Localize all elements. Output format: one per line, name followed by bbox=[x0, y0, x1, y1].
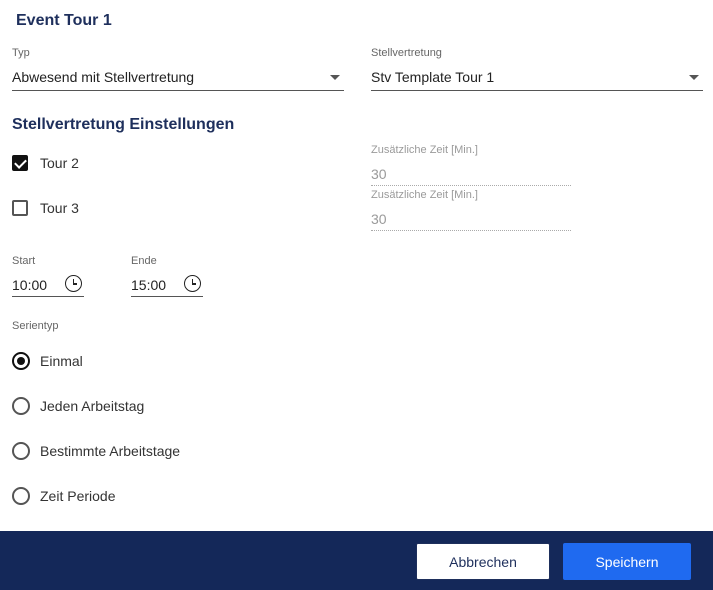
clock-icon[interactable] bbox=[65, 275, 82, 292]
ende-time-value: 15:00 bbox=[131, 277, 167, 293]
dropdown-arrow-icon bbox=[689, 75, 699, 80]
radio-unselected-icon[interactable] bbox=[12, 442, 30, 460]
typ-select[interactable]: Abwesend mit Stellvertretung bbox=[12, 65, 344, 91]
radio-selected-icon[interactable] bbox=[12, 352, 30, 370]
stellvertretung-value: Stv Template Tour 1 bbox=[371, 69, 495, 85]
radio-unselected-icon[interactable] bbox=[12, 487, 30, 505]
cancel-button[interactable]: Abbrechen bbox=[416, 543, 550, 580]
tour-3-label: Tour 3 bbox=[40, 200, 79, 216]
typ-value: Abwesend mit Stellvertretung bbox=[12, 69, 195, 85]
tour-3-checkbox-row[interactable]: Tour 3 bbox=[12, 198, 79, 218]
ende-label: Ende bbox=[131, 255, 157, 267]
stellvertretung-select[interactable]: Stv Template Tour 1 bbox=[371, 65, 703, 91]
dialog-footer: Abbrechen Speichern bbox=[0, 531, 713, 590]
radio-jeden-arbeitstag-label: Jeden Arbeitstag bbox=[40, 398, 145, 414]
start-time-value: 10:00 bbox=[12, 277, 48, 293]
radio-zeit-periode-label: Zeit Periode bbox=[40, 488, 116, 504]
start-time-input[interactable]: 10:00 bbox=[12, 273, 84, 297]
radio-jeden-arbeitstag[interactable]: Jeden Arbeitstag bbox=[12, 396, 144, 416]
settings-section-title: Stellvertretung Einstellungen bbox=[12, 116, 235, 133]
tour-3-extra-time-input: 30 bbox=[371, 207, 571, 231]
start-label: Start bbox=[12, 255, 36, 267]
tour-2-checkbox-row[interactable]: Tour 2 bbox=[12, 153, 79, 173]
radio-einmal[interactable]: Einmal bbox=[12, 351, 83, 371]
typ-label: Typ bbox=[12, 47, 30, 59]
ende-time-input[interactable]: 15:00 bbox=[131, 273, 203, 297]
radio-bestimmte-arbeitstage-label: Bestimmte Arbeitstage bbox=[40, 443, 181, 459]
clock-icon[interactable] bbox=[184, 275, 201, 292]
save-button[interactable]: Speichern bbox=[563, 543, 691, 580]
radio-zeit-periode[interactable]: Zeit Periode bbox=[12, 486, 115, 506]
tour-3-extra-time-label: Zusätzliche Zeit [Min.] bbox=[371, 189, 478, 201]
dropdown-arrow-icon bbox=[330, 75, 340, 80]
radio-einmal-label: Einmal bbox=[40, 353, 83, 369]
checkbox-checked-icon[interactable] bbox=[12, 155, 28, 171]
radio-bestimmte-arbeitstage[interactable]: Bestimmte Arbeitstage bbox=[12, 441, 180, 461]
tour-2-extra-time-label: Zusätzliche Zeit [Min.] bbox=[371, 144, 478, 156]
tour-2-extra-time-input: 30 bbox=[371, 162, 571, 186]
dialog-title: Event Tour 1 bbox=[16, 12, 112, 29]
serientyp-label: Serientyp bbox=[12, 320, 59, 332]
checkbox-unchecked-icon[interactable] bbox=[12, 200, 28, 216]
radio-unselected-icon[interactable] bbox=[12, 397, 30, 415]
tour-2-label: Tour 2 bbox=[40, 155, 79, 171]
stellvertretung-label: Stellvertretung bbox=[371, 47, 442, 59]
